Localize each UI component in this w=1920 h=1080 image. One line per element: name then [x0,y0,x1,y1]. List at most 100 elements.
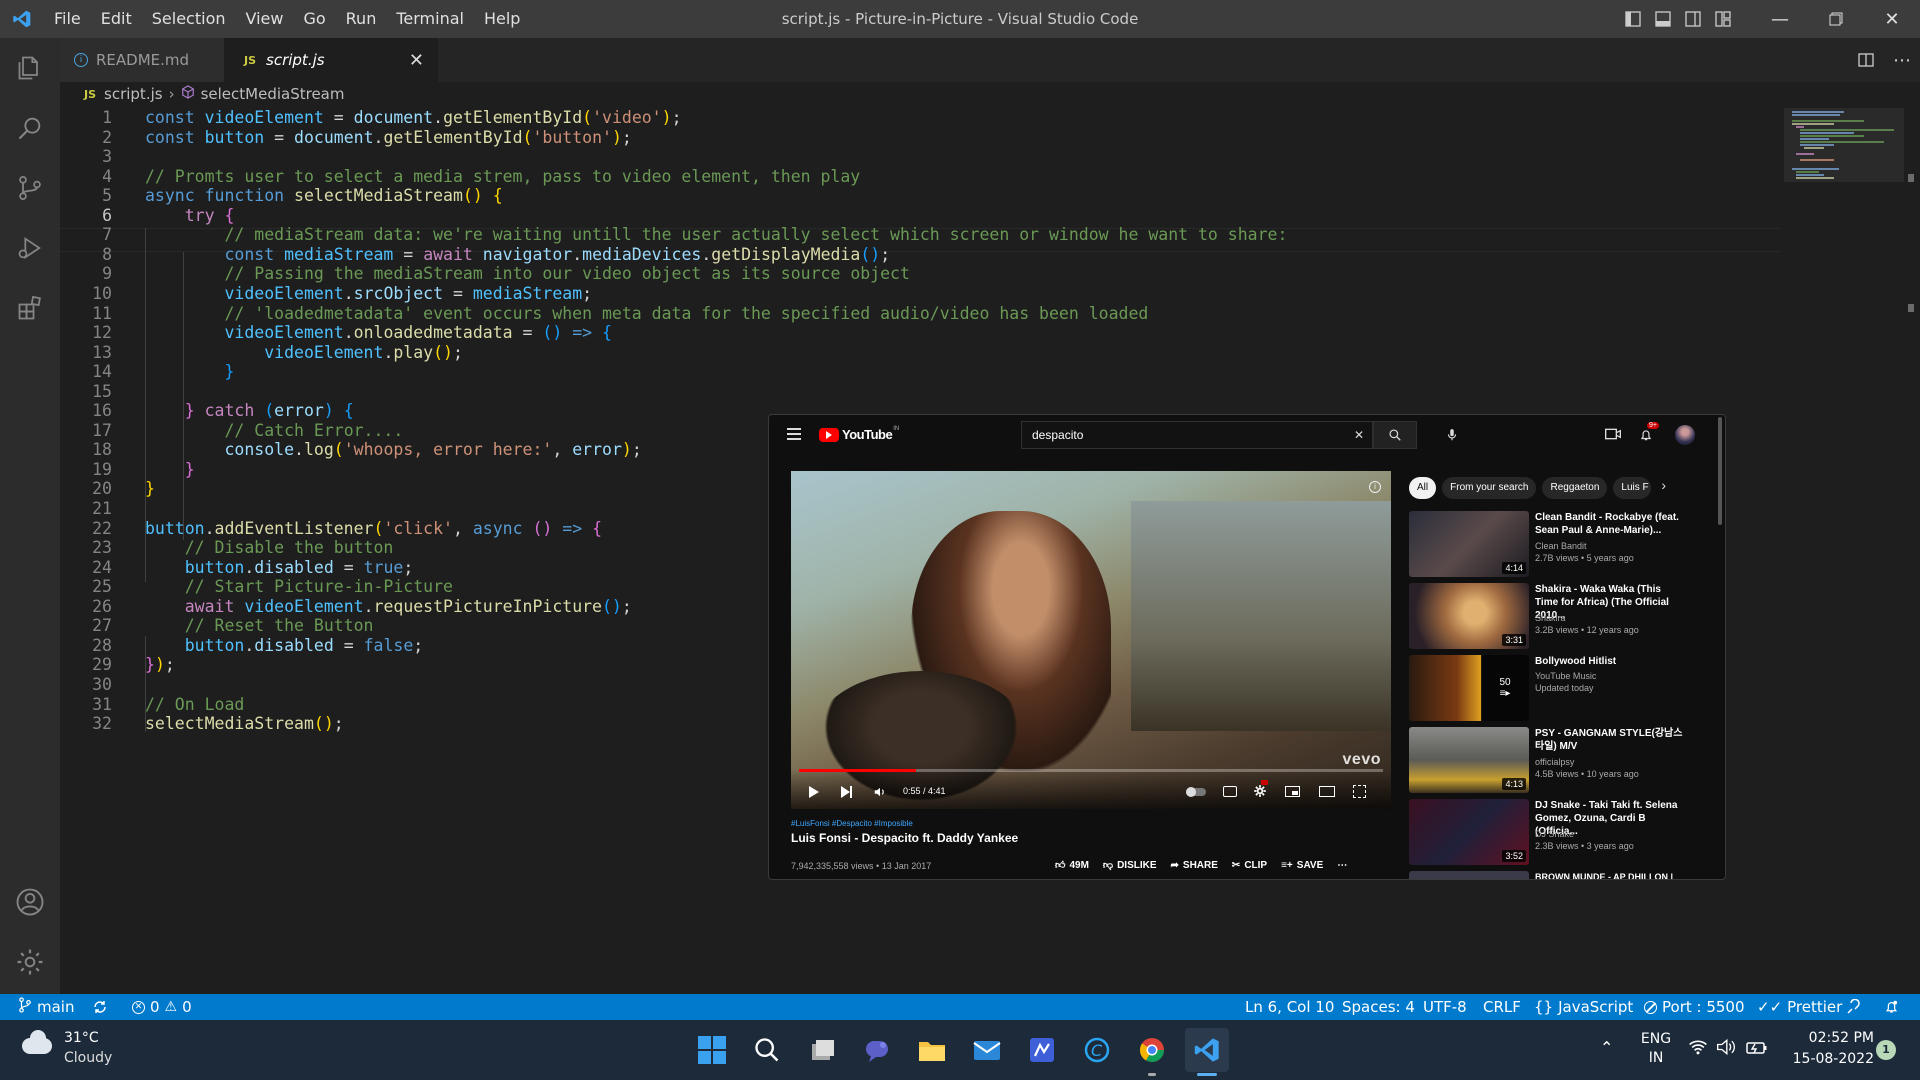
teams-chat-icon[interactable] [855,1028,899,1072]
menu-help[interactable]: Help [474,0,530,38]
search-icon[interactable] [745,1028,789,1072]
next-icon[interactable] [841,786,852,798]
microphone-icon[interactable] [1445,427,1459,448]
restore-button[interactable] [1808,0,1864,38]
file-explorer-icon[interactable] [910,1028,954,1072]
youtube-search-button[interactable] [1373,421,1417,449]
dislike-button[interactable]: 👎︎ DISLIKE [1103,859,1157,872]
run-debug-icon[interactable] [0,220,60,276]
indentation[interactable]: Spaces: 4 [1342,994,1415,1020]
cortana-icon[interactable]: C [1075,1028,1119,1072]
autoplay-toggle[interactable] [1186,787,1206,797]
more-actions-icon[interactable]: ⋯ [1884,50,1920,71]
subtitles-icon[interactable] [1223,786,1237,797]
menu-edit[interactable]: Edit [91,0,142,38]
language-indicator[interactable]: ENG IN [1638,1030,1674,1068]
video-hashtags[interactable]: #LuisFonsi #Despacito #Imposible [791,819,913,828]
clear-search-icon[interactable]: ✕ [1354,428,1364,442]
menu-selection[interactable]: Selection [142,0,236,38]
chip-from-search[interactable]: From your search [1442,477,1537,499]
video-player[interactable]: i vevo 0:55 / 4:41 [791,471,1391,809]
share-button[interactable]: ➦ SHARE [1171,860,1218,871]
end-of-line[interactable]: CRLF [1483,994,1521,1020]
notification-center-badge[interactable]: 1 [1876,1040,1896,1060]
notifications-bell-icon[interactable] [1884,994,1899,1020]
weather-widget[interactable]: 31°C Cloudy [22,1028,152,1072]
customize-layout-icon[interactable] [1708,0,1738,38]
task-view-icon[interactable] [800,1028,844,1072]
menu-view[interactable]: View [236,0,294,38]
show-hidden-icons-icon[interactable]: ⌃ [1600,1038,1613,1057]
fullscreen-icon[interactable] [1353,785,1366,798]
extensions-icon[interactable] [0,280,60,336]
menu-run[interactable]: Run [336,0,387,38]
problems-indicator[interactable]: ✕ 0 ⚠︎ 0 [132,994,192,1020]
minimap[interactable] [1784,108,1904,182]
visual-studio-icon[interactable] [1020,1028,1064,1072]
toggle-secondary-sidebar-icon[interactable] [1678,0,1708,38]
close-window-button[interactable]: ✕ [1864,0,1920,38]
recommendation-item[interactable]: 3:31 Shakira - Waka Waka (This Time for … [1409,583,1709,651]
toggle-panel-icon[interactable] [1648,0,1678,38]
close-tab-icon[interactable]: ✕ [409,50,424,71]
breadcrumb-symbol[interactable]: selectMediaStream [201,85,345,103]
accounts-icon[interactable] [0,874,60,930]
chip-luis[interactable]: Luis F [1613,477,1652,499]
chip-reggaeton[interactable]: Reggaeton [1542,477,1608,499]
recommendation-item[interactable]: 50 ≡▸ Bollywood Hitlist YouTube Music Up… [1409,655,1709,723]
battery-icon[interactable] [1746,1040,1768,1059]
menu-go[interactable]: Go [293,0,335,38]
menu-file[interactable]: File [44,0,91,38]
chrome-icon[interactable] [1130,1028,1174,1076]
live-server-port[interactable]: Port : 5500 [1644,994,1745,1020]
mail-icon[interactable] [965,1028,1009,1072]
search-icon[interactable] [0,100,60,156]
editor-scrollbar[interactable] [1904,108,1918,994]
wifi-icon[interactable] [1688,1038,1708,1060]
avatar[interactable] [1675,425,1695,445]
miniplayer-icon[interactable] [1285,786,1300,797]
feedback-icon[interactable] [1846,994,1862,1020]
youtube-search-input[interactable]: despacito ✕ [1021,421,1373,449]
recommendation-item[interactable]: 3:52 DJ Snake - Taki Taki ft. Selena Gom… [1409,799,1709,867]
more-options-icon[interactable]: ⋯ [1337,860,1347,871]
prettier-status[interactable]: ✓✓ Prettier [1757,994,1842,1020]
explorer-icon[interactable] [0,40,60,96]
volume-icon[interactable] [873,785,887,804]
create-video-icon[interactable] [1605,427,1621,446]
chip-all[interactable]: All [1409,477,1437,499]
progress-bar[interactable] [799,769,1383,772]
settings-icon[interactable] [1253,780,1268,803]
like-button[interactable]: 👍︎ 49M [1055,859,1089,872]
tab-readme[interactable]: i README.md [60,38,224,82]
source-control-icon[interactable] [0,160,60,216]
hamburger-menu-icon[interactable] [787,428,801,440]
save-button[interactable]: ≡+ SAVE [1281,860,1323,871]
youtube-logo[interactable]: YouTube IN [819,426,899,442]
recommendation-item[interactable]: 4:13 PSY - GANGNAM STYLE(강남스타일) M/V offi… [1409,727,1709,795]
encoding[interactable]: UTF-8 [1423,994,1467,1020]
minimize-button[interactable]: — [1752,0,1808,38]
breadcrumb-file[interactable]: script.js [104,85,163,103]
youtube-window[interactable]: YouTube IN despacito ✕ 9+ i vevo 0:55 / … [768,414,1726,880]
sync-icon[interactable] [92,994,108,1020]
split-editor-icon[interactable] [1848,52,1884,68]
recommendation-item[interactable]: 4:14 Clean Bandit - Rockabye (feat. Sean… [1409,511,1709,579]
cursor-position[interactable]: Ln 6, Col 10 [1245,994,1334,1020]
vscode-taskbar-icon[interactable] [1185,1028,1229,1076]
tab-script-js[interactable]: JS script.js ✕ [224,38,438,82]
play-icon[interactable] [809,786,819,798]
toggle-primary-sidebar-icon[interactable] [1618,0,1648,38]
clip-button[interactable]: ✂ CLIP [1232,860,1267,871]
notifications-bell-icon[interactable]: 9+ [1639,422,1659,448]
windows-start-icon[interactable] [690,1028,734,1072]
chevron-right-icon[interactable]: › [1661,477,1666,493]
settings-gear-icon[interactable] [0,934,60,990]
recommendation-item[interactable]: BROWN MUNDE - AP DHILLON | [1409,871,1709,879]
clock[interactable]: 02:52 PM 15-08-2022 [1784,1028,1874,1070]
sidebar-scrollbar[interactable] [1718,417,1722,525]
branch-indicator[interactable]: main [18,994,74,1020]
theater-mode-icon[interactable] [1319,786,1335,797]
info-icon[interactable]: i [1369,481,1381,493]
language-mode[interactable]: {} JavaScript [1534,994,1633,1020]
